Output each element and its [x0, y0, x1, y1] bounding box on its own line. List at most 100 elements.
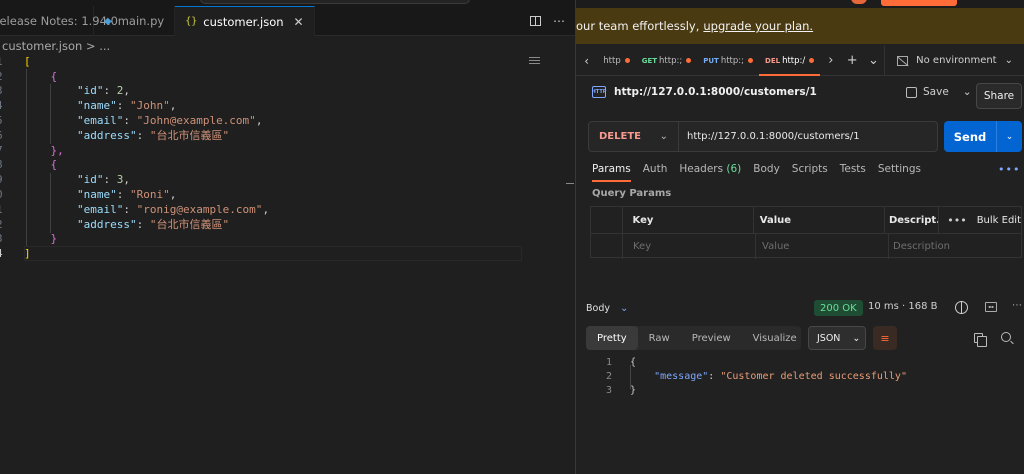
tab-customer-json[interactable]: {} customer.json ✕: [175, 6, 315, 36]
description-input[interactable]: Description: [889, 234, 950, 259]
chevron-down-icon[interactable]: ⌄: [620, 303, 628, 314]
tab-label: customer.json: [203, 14, 284, 29]
resize-sash[interactable]: [566, 183, 574, 184]
postman-header: [576, 0, 1024, 8]
tab-tests[interactable]: Tests: [840, 163, 866, 175]
code-line: 4]: [0, 247, 31, 261]
upgrade-link[interactable]: upgrade your plan.: [703, 19, 813, 33]
request-name[interactable]: http://127.0.0.1:8000/customers/1: [614, 86, 817, 98]
request-tab-put[interactable]: PUT http:;: [697, 46, 759, 76]
command-center[interactable]: [200, 0, 470, 4]
code-line: 2 {: [0, 69, 58, 83]
response-timing: 10 ms · 168 B: [868, 301, 938, 312]
code-line: 3 "id": 2,: [0, 84, 130, 98]
more-options-icon[interactable]: •••: [998, 163, 1020, 176]
chevron-down-icon[interactable]: ⌄: [996, 121, 1022, 152]
headers-count: (6): [726, 163, 742, 175]
json-file-icon: {}: [185, 16, 198, 27]
request-title: HTTP http://127.0.0.1:8000/customers/1: [592, 86, 817, 98]
no-environment-icon: [897, 55, 909, 66]
new-tab-plus-icon[interactable]: +: [842, 53, 863, 68]
method-badge: DEL: [765, 56, 781, 65]
code-line: 3 }: [0, 232, 58, 246]
more-options-icon[interactable]: •••: [947, 214, 966, 227]
code-editor[interactable]: 1[ 2 { 3 "id": 2, 4 "name": "John", 5 "e…: [0, 54, 575, 261]
copy-icon[interactable]: [974, 333, 987, 347]
wrap-lines-icon[interactable]: ≡: [873, 326, 897, 350]
response-line: 3}: [605, 384, 637, 396]
tab-main-py[interactable]: ◆ main.py: [94, 6, 176, 36]
tab-settings[interactable]: Settings: [878, 163, 921, 175]
tab-scripts[interactable]: Scripts: [792, 163, 828, 175]
checkbox-column: [591, 207, 623, 233]
response-line: 2 "message": "Customer deleted successfu…: [605, 370, 907, 382]
response-body-label[interactable]: Body: [586, 303, 610, 314]
python-file-icon: ◆: [104, 15, 112, 27]
method-badge: GET: [641, 56, 658, 65]
code-line: 9 "id": 3,: [0, 173, 130, 187]
send-button[interactable]: Send ⌄: [944, 121, 1022, 152]
chevron-right-icon[interactable]: ›: [820, 53, 841, 68]
code-line: 7 },: [0, 143, 64, 157]
request-tab-delete[interactable]: DEL http:/: [759, 46, 821, 76]
tab-release-notes[interactable]: Release Notes: 1.94.0: [0, 6, 118, 36]
status-badge[interactable]: 200 OK: [814, 300, 863, 316]
bulk-edit-area: ••• Bulk Edit: [939, 207, 1021, 233]
bulk-edit-button[interactable]: Bulk Edit: [977, 215, 1021, 226]
more-actions-icon[interactable]: ⋯: [553, 14, 565, 28]
format-select[interactable]: JSON ⌄: [808, 326, 866, 350]
tab-label: http:;: [720, 55, 745, 66]
chevron-left-icon[interactable]: ‹: [576, 54, 597, 68]
key-input[interactable]: Key: [623, 234, 756, 259]
split-editor-icon[interactable]: [530, 15, 541, 26]
table-header-row: Key Value Descript... ••• Bulk Edit: [591, 207, 1021, 233]
tab-preview[interactable]: Preview: [681, 326, 742, 350]
editor-tab-bar: Release Notes: 1.94.0 ◆ main.py {} custo…: [0, 6, 575, 36]
tab-body[interactable]: Body: [753, 163, 780, 175]
chevron-down-icon: ⌄: [659, 131, 668, 142]
save-response-icon[interactable]: ▪▪: [985, 302, 997, 312]
avatar[interactable]: [851, 0, 867, 4]
response-time[interactable]: 10 ms: [868, 301, 899, 312]
code-line: 1[: [0, 54, 31, 68]
tab-label: main.py: [117, 14, 165, 28]
editor-actions: ⋯: [530, 6, 575, 35]
unsaved-dot: [624, 58, 630, 63]
response-size[interactable]: 168 B: [908, 301, 937, 312]
tab-pretty[interactable]: Pretty: [586, 326, 638, 350]
share-button[interactable]: Share: [976, 83, 1022, 109]
tab-auth[interactable]: Auth: [643, 163, 668, 175]
search-icon[interactable]: [1001, 332, 1011, 342]
tab-label: http: [603, 55, 621, 66]
chevron-down-icon[interactable]: ⌄: [963, 86, 972, 98]
chevron-down-icon[interactable]: ⌄: [863, 53, 884, 68]
more-options-icon[interactable]: ⋯: [1012, 300, 1022, 311]
description-header: Descript...: [885, 207, 940, 233]
request-tab-bar: ‹ http GET http:; PUT http:; DEL http:/ › +…: [576, 45, 1024, 76]
http-request-icon: HTTP: [592, 86, 606, 98]
code-line: 6 "address": "台北市信義區": [0, 129, 230, 143]
checkbox-column: [591, 234, 623, 259]
environment-label: No environment: [916, 55, 997, 66]
postman-window: our team effortlessly, upgrade your plan…: [575, 0, 1024, 474]
request-tab-get[interactable]: GET http:;: [636, 46, 698, 76]
format-label: JSON: [817, 332, 841, 344]
upgrade-button[interactable]: [881, 0, 957, 6]
unsaved-dot: [686, 58, 692, 63]
response-body[interactable]: 1{ 2 "message": "Customer deleted succes…: [598, 355, 907, 397]
tab-params[interactable]: Params: [592, 163, 631, 182]
request-tab-http[interactable]: http: [597, 46, 635, 76]
url-input[interactable]: [679, 131, 937, 142]
tab-visualize[interactable]: Visualize: [742, 326, 808, 350]
tab-raw[interactable]: Raw: [638, 326, 681, 350]
environment-selector[interactable]: No environment ⌄: [884, 45, 1024, 76]
tab-headers[interactable]: Headers (6): [679, 163, 741, 175]
globe-icon[interactable]: [955, 301, 968, 314]
code-line: 0 "name": "Roni",: [0, 188, 177, 202]
value-input[interactable]: Value: [756, 234, 889, 259]
response-view-tabs: Pretty Raw Preview Visualize: [586, 326, 801, 350]
breadcrumb[interactable]: customer.json > ...: [2, 39, 110, 53]
save-button[interactable]: Save ⌄: [906, 86, 972, 98]
method-select[interactable]: DELETE ⌄: [589, 122, 679, 151]
close-icon[interactable]: ✕: [294, 15, 304, 29]
